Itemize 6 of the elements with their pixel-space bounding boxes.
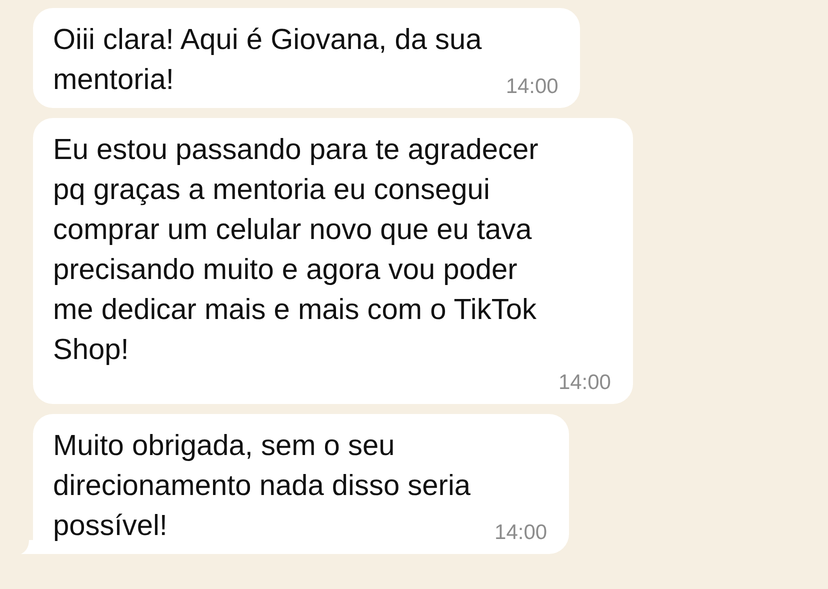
message-text: Oiii clara! Aqui é Giovana, da sua mentoria! <box>53 23 482 98</box>
message-text: Muito obrigada, sem o seu direcionamento nada disso seria possível! <box>53 429 471 544</box>
message-time: 14:00 <box>494 520 548 546</box>
message-text: Eu estou passando para te agradecer pq graças a mentoria eu consegui comprar um celular novo que eu tava precisando muito e agora vou poder me dedicar mais e mais com o TikTok Shop! <box>53 133 538 368</box>
message-time: 14:00 <box>558 370 611 396</box>
message-time: 14:00 <box>506 74 558 100</box>
